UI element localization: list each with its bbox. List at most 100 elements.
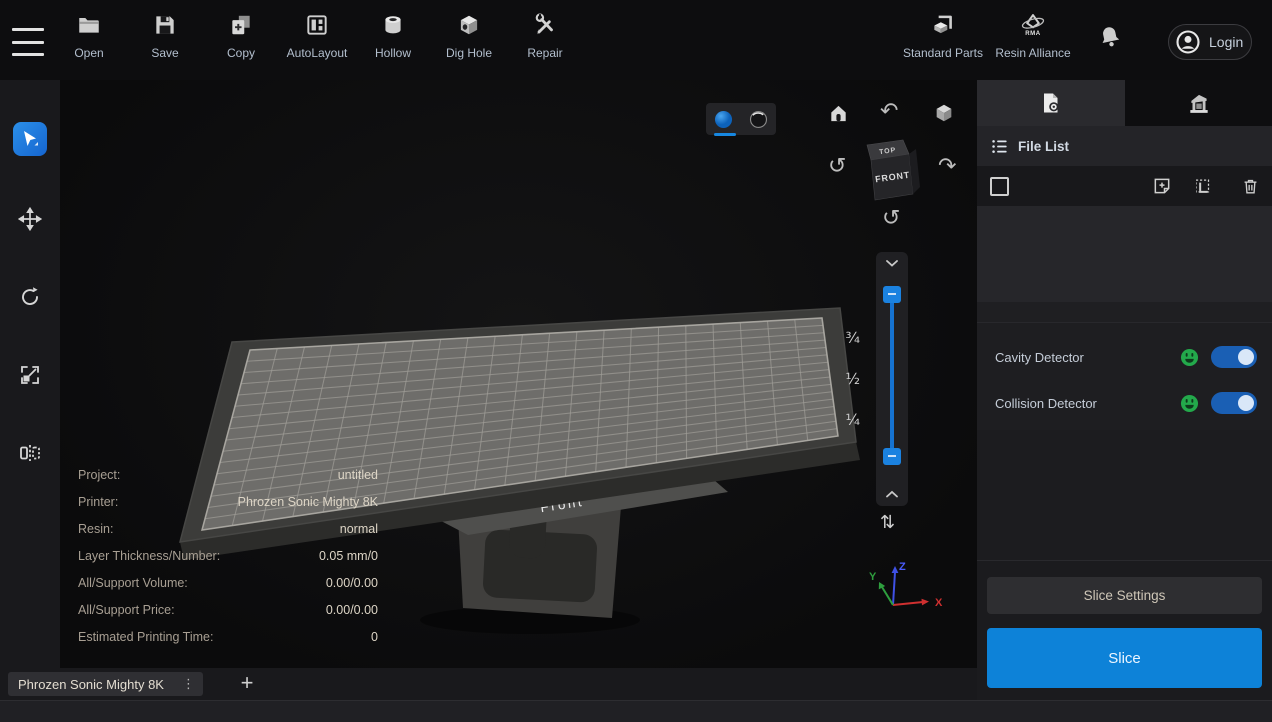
axis-x-label: X <box>935 597 943 609</box>
move-icon <box>18 207 42 231</box>
volume-label: All/Support Volume: <box>78 576 188 590</box>
trash-icon[interactable] <box>1228 177 1272 196</box>
fraction-three-quarters: ¾ <box>830 329 860 347</box>
save-button[interactable]: Save <box>127 8 203 72</box>
project-info-row: Printer:Phrozen Sonic Mighty 8K <box>78 488 378 515</box>
rotate-up-arrow-icon[interactable]: ↶ <box>880 101 898 123</box>
cavity-detector-toggle[interactable] <box>1211 346 1257 368</box>
price-value: 0.00/0.00 <box>326 603 378 617</box>
layer-thickness-value: 0.05 mm/0 <box>319 549 378 563</box>
file-list-footer <box>977 302 1272 322</box>
collision-detector-toggle[interactable] <box>1211 392 1257 414</box>
fit-height-updown-icon[interactable]: ⇅ <box>880 512 895 533</box>
mirror-tool-button[interactable] <box>13 436 47 470</box>
layer-slider-track[interactable] <box>890 294 894 452</box>
open-label: Open <box>74 46 103 60</box>
rotate-right-arrow-icon[interactable]: ↷ <box>938 156 956 178</box>
iso-view-cube-icon[interactable] <box>933 102 955 124</box>
right-panel-tabs <box>977 80 1272 126</box>
chevron-up-icon[interactable] <box>886 490 898 498</box>
collision-detector-label: Collision Detector <box>995 396 1180 411</box>
standard-parts-label: Standard Parts <box>903 46 983 60</box>
printer-icon <box>1186 90 1212 116</box>
plate-tab-bar: Phrozen Sonic Mighty 8K ⋮ + <box>0 668 977 700</box>
plate-layout-icon[interactable] <box>1184 176 1228 196</box>
project-info-row: Estimated Printing Time:0 <box>78 623 378 650</box>
hamburger-menu-icon[interactable] <box>12 26 44 58</box>
plate-tab[interactable]: Phrozen Sonic Mighty 8K ⋮ <box>8 672 203 696</box>
rotate-tool-button[interactable] <box>13 280 47 314</box>
resin-alliance-icon: RMA <box>1019 8 1047 42</box>
list-icon <box>990 137 1009 156</box>
project-value: untitled <box>338 468 378 482</box>
repair-label: Repair <box>527 46 562 60</box>
chevron-down-icon[interactable] <box>886 259 898 267</box>
shaded-sphere-icon[interactable] <box>714 110 733 129</box>
hollow-button[interactable]: Hollow <box>355 8 431 72</box>
toolbar-buttons: Open Save Copy AutoLayout Hollow <box>51 8 583 72</box>
viewport-3d[interactable]: Front ↶ TOP FRONT ↺ ↷ ↺ <box>60 80 977 668</box>
copy-button[interactable]: Copy <box>203 8 279 72</box>
hollow-icon <box>380 8 406 42</box>
folder-open-icon <box>76 8 102 42</box>
view-cube[interactable]: TOP FRONT <box>855 132 935 212</box>
rotate-down-arrow-icon[interactable]: ↺ <box>882 208 900 230</box>
notifications-bell-icon[interactable] <box>1096 22 1126 56</box>
select-all-checkbox[interactable] <box>990 177 1009 196</box>
repair-icon <box>532 8 558 42</box>
cavity-detector-row: Cavity Detector <box>977 337 1272 377</box>
file-list-toolbar <box>977 166 1272 206</box>
select-tool-button[interactable] <box>13 122 47 156</box>
axis-gizmo: Z X Y <box>865 558 955 618</box>
volume-value: 0.00/0.00 <box>326 576 378 590</box>
slice-button[interactable]: Slice <box>987 628 1262 688</box>
axis-z-label: Z <box>899 561 906 573</box>
autolayout-button[interactable]: AutoLayout <box>279 8 355 72</box>
hollow-label: Hollow <box>375 46 411 60</box>
open-button[interactable]: Open <box>51 8 127 72</box>
tab-file-settings[interactable] <box>977 80 1125 126</box>
project-info-row: All/Support Volume: 0.00/0.00 <box>78 569 378 596</box>
mirror-icon <box>18 441 42 465</box>
file-settings-icon <box>1039 91 1063 115</box>
add-plate-button[interactable]: + <box>232 668 262 698</box>
add-file-icon[interactable] <box>1140 176 1184 196</box>
fraction-one-half: ½ <box>830 370 860 388</box>
kebab-menu-icon[interactable]: ⋮ <box>182 677 195 692</box>
collision-status-smiley-icon <box>1180 394 1199 413</box>
printer-value: Phrozen Sonic Mighty 8K <box>238 495 378 509</box>
project-info-panel: Project:untitled Printer:Phrozen Sonic M… <box>78 461 378 650</box>
project-info-row: Layer Thickness/Number:0.05 mm/0 <box>78 542 378 569</box>
layer-slider-upper-handle[interactable] <box>883 286 901 303</box>
copy-icon <box>228 8 254 42</box>
move-tool-button[interactable] <box>13 202 47 236</box>
standard-parts-button[interactable]: Standard Parts <box>899 8 987 72</box>
login-button[interactable]: Login <box>1168 24 1252 60</box>
home-view-icon[interactable] <box>827 102 850 125</box>
standard-parts-icon <box>930 8 956 42</box>
login-label: Login <box>1209 34 1243 50</box>
repair-button[interactable]: Repair <box>507 8 583 72</box>
left-tool-sidebar <box>0 80 60 668</box>
render-mode-toggle[interactable] <box>706 103 776 135</box>
resin-alliance-label: Resin Alliance <box>995 46 1070 60</box>
toolbar-right-buttons: Standard Parts RMA Resin Alliance <box>899 8 1079 72</box>
right-panel: File List Cavity Detector Collision Dete… <box>977 80 1272 700</box>
layer-slider-lower-handle[interactable] <box>883 448 901 465</box>
top-toolbar: Open Save Copy AutoLayout Hollow <box>0 0 1272 81</box>
tab-printer[interactable] <box>1125 80 1272 126</box>
wireframe-sphere-icon[interactable] <box>749 110 768 129</box>
dig-hole-button[interactable]: Dig Hole <box>431 8 507 72</box>
print-time-label: Estimated Printing Time: <box>78 630 213 644</box>
status-bar <box>0 700 1272 722</box>
rotate-left-arrow-icon[interactable]: ↺ <box>828 156 846 178</box>
project-info-row: All/Support Price:0.00/0.00 <box>78 596 378 623</box>
plate-tab-label: Phrozen Sonic Mighty 8K <box>18 677 182 692</box>
rma-badge: RMA <box>1025 31 1041 37</box>
autolayout-label: AutoLayout <box>287 46 348 60</box>
slice-settings-button[interactable]: Slice Settings <box>987 577 1262 614</box>
resin-value: normal <box>340 522 378 536</box>
resin-alliance-button[interactable]: RMA Resin Alliance <box>987 8 1079 72</box>
save-label: Save <box>151 46 178 60</box>
scale-tool-button[interactable] <box>13 358 47 392</box>
